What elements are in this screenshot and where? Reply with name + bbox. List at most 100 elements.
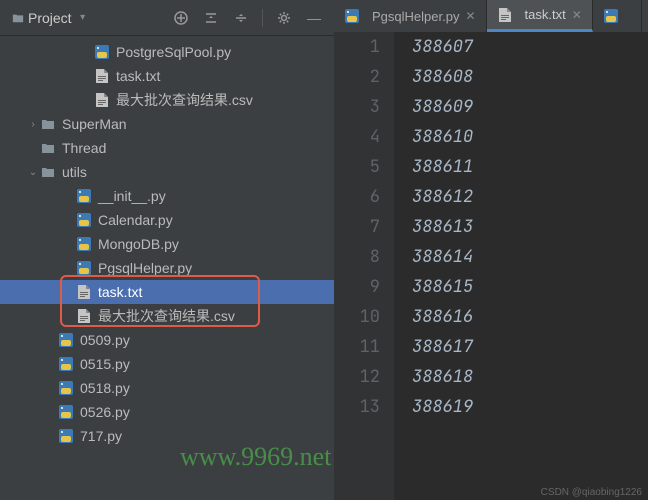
tree-item[interactable]: 最大批次查询结果.csv [0, 88, 334, 112]
tree-item-label: 717.py [80, 428, 122, 444]
code-line: 388616 [412, 302, 648, 332]
minimize-icon[interactable]: — [302, 6, 326, 30]
project-label: Project [28, 10, 72, 26]
code-line: 388610 [412, 122, 648, 152]
tree-item[interactable]: 717.py [0, 424, 334, 448]
line-number: 7 [334, 212, 380, 242]
tree-item[interactable]: 0509.py [0, 328, 334, 352]
project-title-dropdown[interactable]: Project ▾ [8, 6, 94, 30]
txt-icon [95, 68, 109, 84]
editor-tab[interactable] [593, 0, 642, 32]
chevron-down-icon: ▾ [76, 12, 90, 23]
py-icon [76, 212, 92, 228]
tree-item-label: task.txt [116, 68, 160, 84]
credit-text: CSDN @qiaobing1226 [541, 487, 642, 498]
line-number: 8 [334, 242, 380, 272]
code-line: 388617 [412, 332, 648, 362]
tree-item[interactable]: PgsqlHelper.py [0, 256, 334, 280]
project-tree[interactable]: PostgreSqlPool.py task.txt 最大批次查询结果.csv › Su… [0, 36, 334, 500]
tree-item-label: PostgreSqlPool.py [116, 44, 231, 60]
py-icon [603, 8, 619, 24]
collapse-all-icon[interactable] [229, 6, 253, 30]
py-icon [344, 8, 360, 24]
editor-pane: PgsqlHelper.py✕task.txt✕ 123456789101112… [334, 0, 648, 500]
expand-all-icon[interactable] [199, 6, 223, 30]
line-number: 5 [334, 152, 380, 182]
tree-item-label: task.txt [98, 284, 142, 300]
txt-icon [95, 92, 109, 108]
tree-item[interactable]: ⌄ utils [0, 160, 334, 184]
tree-item-label: MongoDB.py [98, 236, 179, 252]
tree-arrow-icon: › [26, 119, 40, 130]
fold-icon [41, 141, 55, 155]
code-area[interactable]: 3886073886083886093886103886113886123886… [394, 32, 648, 500]
tree-item-label: 0526.py [80, 404, 130, 420]
close-icon[interactable]: ✕ [572, 8, 582, 22]
editor-body[interactable]: 12345678910111213 3886073886083886093886… [334, 32, 648, 500]
tree-item[interactable]: 最大批次查询结果.csv [0, 304, 334, 328]
tree-item[interactable]: task.txt [0, 64, 334, 88]
tree-item-label: 最大批次查询结果.csv [116, 90, 253, 110]
line-gutter: 12345678910111213 [334, 32, 394, 500]
select-opened-icon[interactable] [169, 6, 193, 30]
line-number: 9 [334, 272, 380, 302]
py-icon [76, 188, 92, 204]
project-toolbar: Project ▾ — [0, 0, 334, 36]
tree-item-label: SuperMan [62, 116, 127, 132]
tab-label: PgsqlHelper.py [372, 9, 459, 24]
project-sidebar: Project ▾ — PostgreSqlPool.py task.txt 最大批… [0, 0, 334, 500]
txt-icon [498, 7, 512, 23]
line-number: 3 [334, 92, 380, 122]
py-icon [76, 260, 92, 276]
tree-item-label: __init__.py [98, 188, 166, 204]
fold-icon [41, 117, 55, 131]
py-icon [58, 404, 74, 420]
line-number: 10 [334, 302, 380, 332]
line-number: 11 [334, 332, 380, 362]
line-number: 6 [334, 182, 380, 212]
tree-item-label: 0518.py [80, 380, 130, 396]
code-line: 388619 [412, 392, 648, 422]
line-number: 4 [334, 122, 380, 152]
tree-item-label: Calendar.py [98, 212, 173, 228]
tree-item[interactable]: Calendar.py [0, 208, 334, 232]
code-line: 388614 [412, 242, 648, 272]
tree-item[interactable]: task.txt [0, 280, 334, 304]
py-icon [58, 332, 74, 348]
tree-item[interactable]: 0515.py [0, 352, 334, 376]
code-line: 388613 [412, 212, 648, 242]
py-icon [58, 380, 74, 396]
py-icon [94, 44, 110, 60]
tree-item[interactable]: 0526.py [0, 400, 334, 424]
tree-item[interactable]: MongoDB.py [0, 232, 334, 256]
editor-tab[interactable]: task.txt ✕ [487, 0, 593, 32]
tree-item-label: Thread [62, 140, 106, 156]
code-line: 388608 [412, 62, 648, 92]
tab-label: task.txt [525, 7, 566, 22]
tree-item[interactable]: › SuperMan [0, 112, 334, 136]
tree-item-label: PgsqlHelper.py [98, 260, 192, 276]
line-number: 12 [334, 362, 380, 392]
code-line: 388611 [412, 152, 648, 182]
editor-tabs: PgsqlHelper.py ✕ task.txt ✕ [334, 0, 648, 32]
tree-item[interactable]: 0518.py [0, 376, 334, 400]
close-icon[interactable]: ✕ [465, 9, 475, 23]
tree-item[interactable]: __init__.py [0, 184, 334, 208]
code-line: 388615 [412, 272, 648, 302]
tree-item-label: utils [62, 164, 87, 180]
py-icon [58, 428, 74, 444]
tree-item[interactable]: Thread [0, 136, 334, 160]
code-line: 388609 [412, 92, 648, 122]
txt-icon [77, 284, 91, 300]
line-number: 1 [334, 32, 380, 62]
tree-arrow-icon: ⌄ [26, 167, 40, 178]
py-icon [76, 236, 92, 252]
line-number: 13 [334, 392, 380, 422]
editor-tab[interactable]: PgsqlHelper.py ✕ [334, 0, 487, 32]
settings-icon[interactable] [272, 6, 296, 30]
code-line: 388612 [412, 182, 648, 212]
tree-item[interactable]: PostgreSqlPool.py [0, 40, 334, 64]
py-icon [58, 356, 74, 372]
code-line: 388618 [412, 362, 648, 392]
txt-icon [77, 308, 91, 324]
